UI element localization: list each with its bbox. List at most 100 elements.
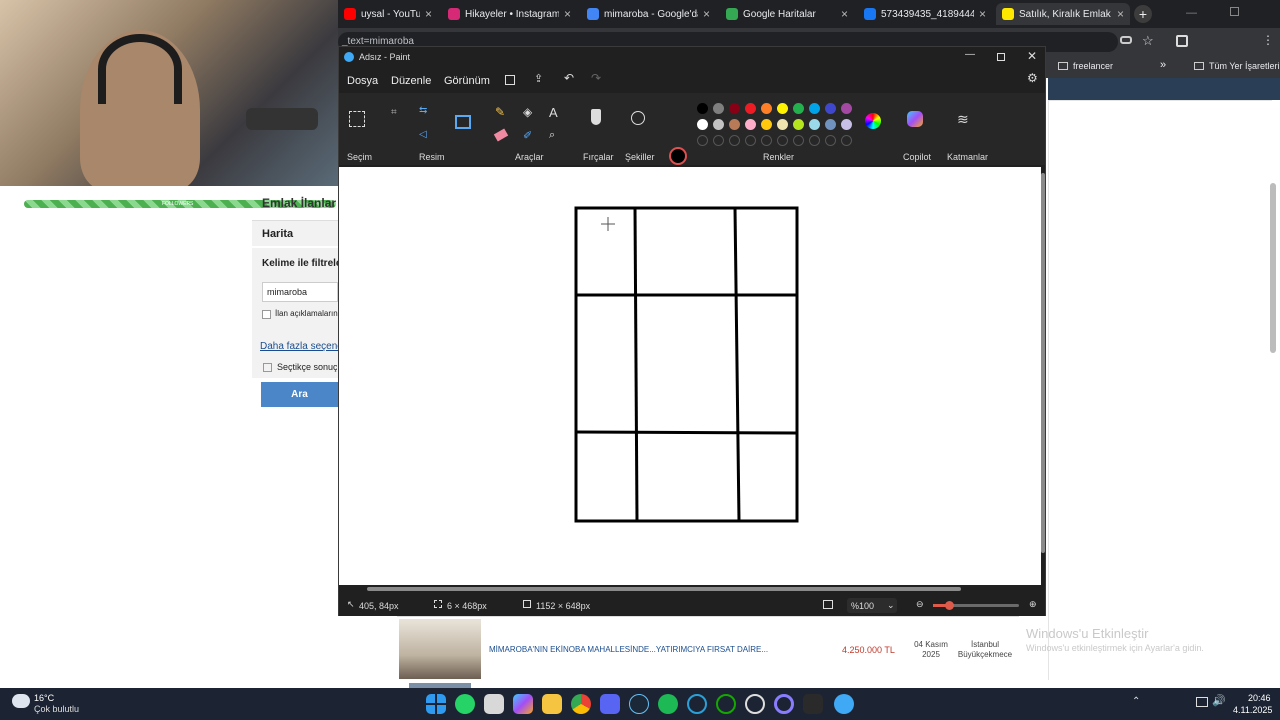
weather-icon[interactable] bbox=[12, 694, 30, 708]
color-swatch[interactable] bbox=[809, 119, 820, 130]
more-options-link[interactable]: Daha fazla seçenek bbox=[260, 341, 338, 352]
color-swatch[interactable] bbox=[793, 103, 804, 114]
color-swatch[interactable] bbox=[841, 119, 852, 130]
store-icon[interactable] bbox=[484, 694, 504, 714]
weather-temp[interactable]: 16°C bbox=[34, 693, 54, 703]
listing-title[interactable]: MİMAROBA'NIN EKİNOBA MAHALLESİNDE...YATI… bbox=[489, 645, 789, 654]
layers-icon[interactable]: ≋ bbox=[957, 111, 969, 128]
search-button[interactable]: Ara bbox=[261, 382, 338, 407]
zoom-in-icon[interactable]: ⊕ bbox=[1029, 599, 1037, 610]
zoom-slider[interactable] bbox=[933, 601, 1019, 610]
minimize-icon[interactable]: — bbox=[1186, 7, 1197, 19]
clock-date[interactable]: 4.11.2025 bbox=[1233, 705, 1272, 715]
color-swatch[interactable] bbox=[777, 119, 788, 130]
tab-close-icon[interactable]: × bbox=[425, 7, 432, 21]
color-swatch[interactable] bbox=[825, 119, 836, 130]
bookmark-all[interactable]: Tüm Yer İşaretleri bbox=[1209, 61, 1280, 71]
network-icon[interactable] bbox=[1196, 697, 1208, 707]
empty-color-slot[interactable] bbox=[745, 135, 756, 146]
fit-screen-icon[interactable] bbox=[823, 600, 833, 609]
discord-icon[interactable] bbox=[600, 694, 620, 714]
paint-canvas[interactable] bbox=[339, 167, 1041, 585]
key-icon[interactable] bbox=[1120, 36, 1132, 44]
save-icon[interactable] bbox=[505, 75, 515, 85]
start-icon[interactable] bbox=[426, 694, 446, 714]
color-swatch[interactable] bbox=[841, 103, 852, 114]
empty-color-slot[interactable] bbox=[777, 135, 788, 146]
volume-icon[interactable]: 🔊 bbox=[1212, 694, 1226, 707]
color-swatch[interactable] bbox=[825, 103, 836, 114]
selected-results-checkbox[interactable] bbox=[263, 363, 272, 372]
chevron-right-icon[interactable]: » bbox=[1160, 59, 1166, 71]
clock-time[interactable]: 20:46 bbox=[1248, 693, 1271, 703]
empty-color-slot[interactable] bbox=[841, 135, 852, 146]
listing-row[interactable]: MİMAROBA'NIN EKİNOBA MAHALLESİNDE...YATI… bbox=[397, 616, 1019, 689]
search-input[interactable]: mimaroba bbox=[262, 282, 338, 302]
undo-icon[interactable]: ↶ bbox=[564, 71, 574, 85]
listing-thumbnail[interactable] bbox=[399, 619, 481, 679]
tab-close-icon[interactable]: × bbox=[564, 7, 571, 21]
app-c-icon[interactable] bbox=[687, 694, 707, 714]
color-swatch[interactable] bbox=[729, 119, 740, 130]
app-upwork-icon[interactable] bbox=[716, 694, 736, 714]
whatsapp-icon[interactable] bbox=[455, 694, 475, 714]
empty-color-slot[interactable] bbox=[697, 135, 708, 146]
browser-tab[interactable]: 573439435_41894448413 × bbox=[858, 3, 992, 25]
copilot-taskbar-icon[interactable] bbox=[513, 694, 533, 714]
empty-color-slot[interactable] bbox=[793, 135, 804, 146]
star-icon[interactable]: ☆ bbox=[1142, 33, 1154, 49]
color-swatch[interactable] bbox=[777, 103, 788, 114]
edit-colors-icon[interactable] bbox=[865, 113, 881, 129]
close-button[interactable]: ✕ bbox=[1027, 49, 1037, 63]
menu-icon[interactable]: ⋮ bbox=[1262, 33, 1274, 47]
color-swatch[interactable] bbox=[761, 103, 772, 114]
tab-close-icon[interactable]: × bbox=[703, 7, 710, 21]
chevron-up-icon[interactable]: ⌃ bbox=[1132, 696, 1140, 707]
bookmark-freelancer[interactable]: freelancer bbox=[1073, 61, 1113, 71]
browser-tab[interactable]: Google Haritalar × bbox=[720, 3, 854, 25]
paint-taskbar-icon[interactable] bbox=[834, 694, 854, 714]
menu-file[interactable]: Dosya bbox=[347, 75, 378, 87]
page-scrollbar[interactable] bbox=[1270, 183, 1276, 353]
browser-tab[interactable]: Satılık, Kiralık Emlak İlanla × bbox=[996, 3, 1130, 25]
app-obs-icon[interactable] bbox=[745, 694, 765, 714]
color-swatch[interactable] bbox=[761, 119, 772, 130]
color-swatch[interactable] bbox=[793, 119, 804, 130]
minimize-button[interactable]: — bbox=[965, 49, 975, 60]
zoom-out-icon[interactable]: ⊖ bbox=[916, 599, 924, 610]
steam-icon[interactable] bbox=[629, 694, 649, 714]
empty-color-slot[interactable] bbox=[729, 135, 740, 146]
browser-tab[interactable]: uysal - YouTube × bbox=[338, 3, 438, 25]
tab-close-icon[interactable]: × bbox=[1117, 7, 1124, 21]
browser-tab[interactable]: Hikayeler • Instagram × bbox=[442, 3, 577, 25]
color-swatch[interactable] bbox=[713, 103, 724, 114]
menu-edit[interactable]: Düzenle bbox=[391, 75, 431, 87]
epic-games-icon[interactable] bbox=[803, 694, 823, 714]
description-checkbox[interactable] bbox=[262, 310, 271, 319]
copilot-icon[interactable] bbox=[907, 111, 923, 127]
extensions-icon[interactable] bbox=[1176, 35, 1188, 47]
weather-desc[interactable]: Çok bulutlu bbox=[34, 704, 79, 714]
file-explorer-icon[interactable] bbox=[542, 694, 562, 714]
share-icon[interactable]: ⇪ bbox=[534, 72, 543, 85]
redo-icon[interactable]: ↷ bbox=[591, 71, 601, 85]
menu-view[interactable]: Görünüm bbox=[444, 75, 490, 87]
empty-color-slot[interactable] bbox=[713, 135, 724, 146]
restore-icon[interactable] bbox=[1230, 7, 1239, 16]
color-swatch[interactable] bbox=[697, 103, 708, 114]
tab-close-icon[interactable]: × bbox=[841, 7, 848, 21]
vertical-scrollbar[interactable] bbox=[1041, 173, 1045, 553]
paint-settings-icon[interactable]: ⚙ bbox=[1027, 71, 1038, 85]
zoom-slider-thumb[interactable] bbox=[945, 601, 954, 610]
tab-close-icon[interactable]: × bbox=[979, 7, 986, 21]
empty-color-slot[interactable] bbox=[825, 135, 836, 146]
browser-tab[interactable]: mimaroba - Google'da Ara × bbox=[581, 3, 716, 25]
color-swatch[interactable] bbox=[745, 119, 756, 130]
map-section[interactable]: Harita bbox=[252, 220, 338, 246]
chrome-icon[interactable] bbox=[571, 694, 591, 714]
maximize-button[interactable] bbox=[997, 53, 1005, 61]
zoom-select[interactable]: %100 ⌄ bbox=[847, 598, 897, 613]
spotify-icon[interactable] bbox=[658, 694, 678, 714]
color-swatch[interactable] bbox=[745, 103, 756, 114]
empty-color-slot[interactable] bbox=[809, 135, 820, 146]
